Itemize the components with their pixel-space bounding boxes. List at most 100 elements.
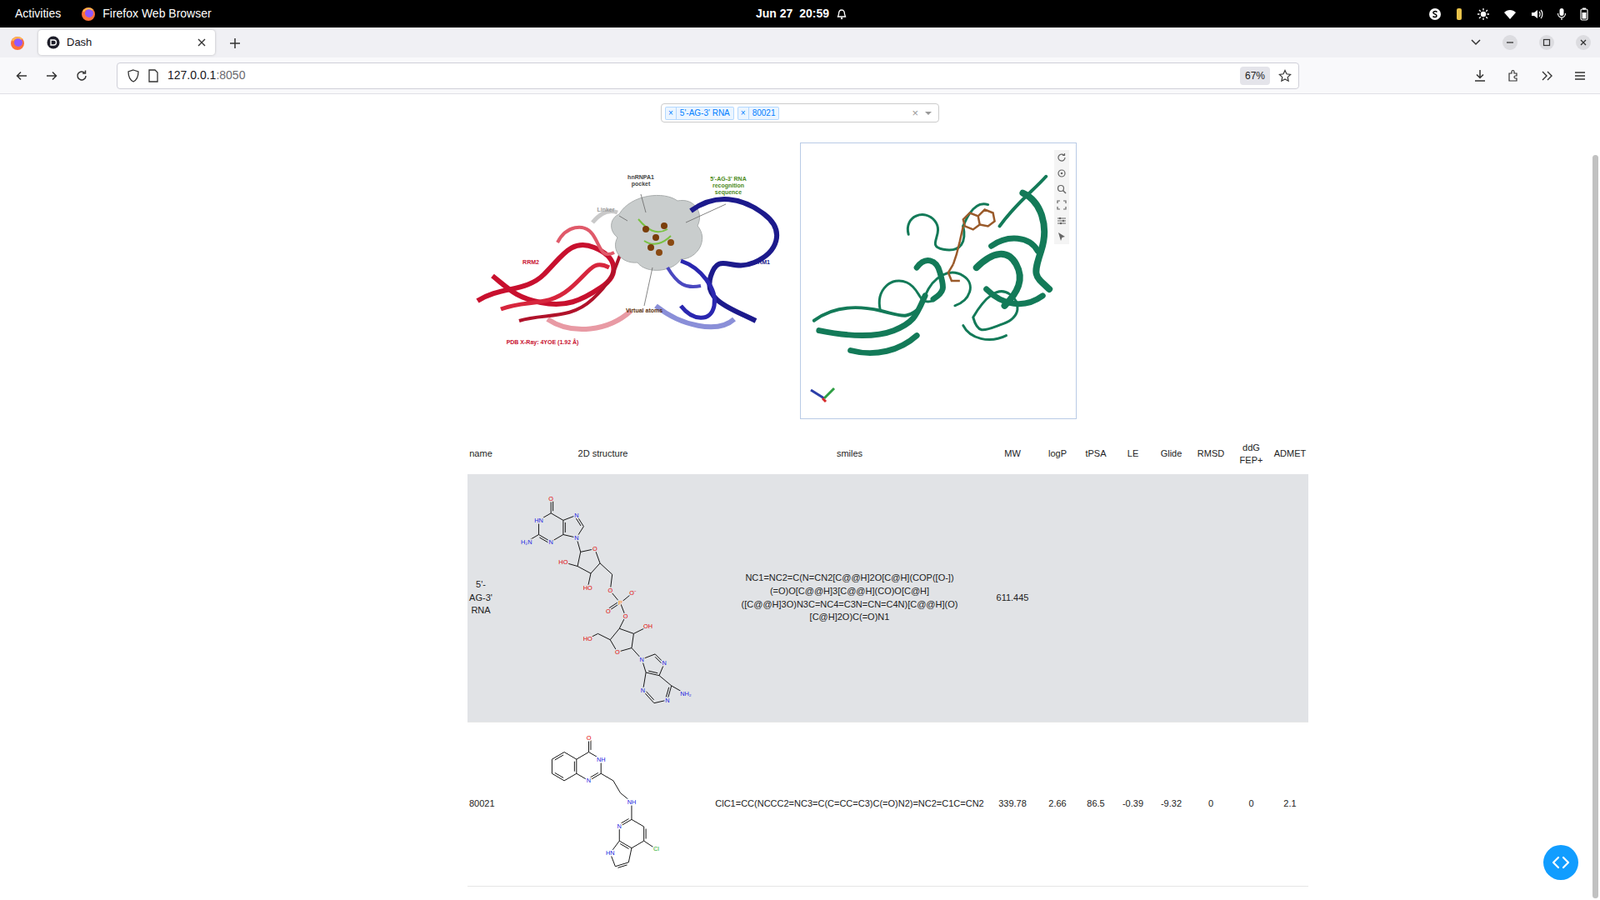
atom-label: HN: [605, 849, 615, 857]
restore-icon[interactable]: [1538, 34, 1555, 51]
url-host[interactable]: 127.0.0.1: [167, 68, 216, 82]
fullscreen-icon[interactable]: [1056, 200, 1067, 210]
list-tabs-icon[interactable]: [1470, 36, 1482, 49]
value-cell: [1114, 474, 1152, 723]
figure-label: RRM2: [514, 259, 548, 266]
app-menu[interactable]: Firefox Web Browser: [102, 5, 211, 23]
downloads-icon[interactable]: [1473, 69, 1487, 83]
column-header[interactable]: RMSD: [1190, 433, 1231, 475]
axes-orientation-icon: [807, 385, 836, 404]
atom-label: N: [640, 687, 645, 695]
page-content: ×5'-AG-3' RNA×80021×hnRNPA1 pocket5'-AG-…: [0, 94, 1600, 900]
figure-label: PDB X-Ray: 4YOE (1.92 Å): [484, 339, 601, 346]
molecule-3d-viewer[interactable]: [800, 142, 1077, 420]
bookmark-star-icon[interactable]: [1278, 69, 1292, 83]
compound-dropdown[interactable]: ×5'-AG-3' RNA×80021×: [660, 103, 940, 123]
atom-label: N: [586, 776, 591, 785]
atom-label: OH: [643, 622, 653, 630]
atom-label: O: [623, 612, 629, 620]
brightness-icon[interactable]: [1476, 7, 1490, 21]
clear-selection-button[interactable]: ×: [908, 105, 922, 122]
wifi-icon[interactable]: [1503, 8, 1517, 20]
viewer-toolbar: [1054, 150, 1070, 245]
value-cell: 86.5: [1077, 722, 1115, 887]
column-header[interactable]: ddG FEP+: [1230, 433, 1272, 475]
atom-label: HO: [583, 635, 593, 643]
reload-icon[interactable]: [75, 69, 89, 83]
column-header[interactable]: tPSA: [1077, 433, 1115, 475]
tracking-shield-icon[interactable]: [127, 69, 140, 83]
select-pointer-icon[interactable]: [1056, 231, 1067, 242]
app-menu-icon[interactable]: [1573, 69, 1587, 83]
structure-drawing: ONHNNHNClHN: [495, 722, 714, 886]
usb-icon[interactable]: [1455, 7, 1464, 21]
zoom-icon[interactable]: [1056, 184, 1067, 195]
remove-tag-button[interactable]: ×: [738, 107, 750, 120]
compound-row[interactable]: 5'-AG-3' RNAOHNH₂NNNNOHOHOOPO⁻OOOHOOHNNN…: [467, 474, 1309, 723]
zoom-indicator[interactable]: 67%: [1240, 66, 1270, 85]
figure-label: hnRNPA1 pocket: [621, 174, 660, 188]
value-cell: 0: [1190, 722, 1231, 887]
value-cell: 2.66: [1037, 722, 1078, 887]
battery-icon[interactable]: [1580, 7, 1589, 21]
firefox-menu-icon[interactable]: [10, 35, 25, 51]
extensions-icon[interactable]: [1506, 69, 1520, 83]
address-bar[interactable]: 127.0.0.1:8050 67%: [116, 62, 1300, 90]
value-cell: [1271, 474, 1309, 723]
tab-title[interactable]: Dash: [66, 34, 190, 51]
navigation-bar: 127.0.0.1:8050 67%: [0, 57, 1600, 95]
volume-icon[interactable]: [1530, 8, 1544, 20]
atom-label: O: [615, 648, 620, 656]
atom-label: P: [618, 599, 623, 607]
page-info-icon[interactable]: [147, 69, 160, 83]
url-port[interactable]: :8050: [215, 68, 245, 82]
protein-ligand-3d-model[interactable]: [800, 143, 1076, 419]
center-icon[interactable]: [1056, 168, 1067, 179]
compound-name: 5'-AG-3' RNA: [467, 474, 495, 723]
clock[interactable]: Jun 27 20:59: [755, 5, 830, 23]
column-header[interactable]: name: [467, 433, 495, 475]
browser-tab[interactable]: Dash: [38, 30, 215, 55]
back-icon[interactable]: [15, 69, 29, 83]
skype-icon[interactable]: [1428, 7, 1442, 21]
value-cell: -0.39: [1114, 722, 1152, 887]
atom-label: NH: [596, 755, 606, 764]
binding-site-figure: hnRNPA1 pocket5'-AG-3' RNA recognition s…: [467, 142, 800, 420]
column-header[interactable]: LE: [1114, 433, 1152, 475]
code-brackets-icon: [1551, 855, 1570, 870]
compound-table: name2D structuresmilesMWlogPtPSALEGlideR…: [467, 433, 1309, 887]
forward-icon[interactable]: [45, 69, 59, 83]
atom-label: N: [617, 822, 622, 830]
remove-tag-button[interactable]: ×: [665, 107, 677, 120]
dash-debug-button[interactable]: [1543, 845, 1579, 880]
tab-strip: Dash: [0, 27, 1600, 58]
minimize-icon[interactable]: [1501, 34, 1519, 51]
settings-sliders-icon[interactable]: [1056, 215, 1067, 226]
value-cell: 611.445: [987, 474, 1038, 723]
activities-button[interactable]: Activities: [15, 5, 61, 23]
atom-label: NH: [627, 798, 637, 806]
atom-label: O: [548, 495, 554, 503]
more-tools-icon[interactable]: [1540, 69, 1554, 83]
value-cell: [1077, 474, 1115, 723]
column-header[interactable]: MW: [987, 433, 1038, 475]
column-header[interactable]: logP: [1037, 433, 1078, 475]
new-tab-icon[interactable]: [228, 36, 242, 50]
compound-row[interactable]: 80021ONHNNHNClHNClC1=CC(NCCC2=NC3=C(C=CC…: [467, 722, 1309, 887]
close-tab-icon[interactable]: [196, 37, 207, 48]
atom-label: N: [665, 696, 670, 705]
column-header[interactable]: smiles: [711, 433, 988, 475]
smiles-cell: ClC1=CC(NCCC2=NC3=C(C=CC=C3)C(=O)N2)=NC2…: [711, 722, 988, 887]
tag-label: 80021: [749, 107, 780, 120]
atom-label: HO: [583, 584, 593, 592]
close-window-icon[interactable]: [1575, 34, 1592, 51]
value-cell: [1230, 474, 1272, 723]
reset-view-icon[interactable]: [1056, 152, 1067, 163]
microphone-icon[interactable]: [1556, 7, 1567, 21]
column-header[interactable]: Glide: [1151, 433, 1191, 475]
column-header[interactable]: 2D structure: [494, 433, 712, 475]
scrollbar-thumb[interactable]: [1592, 155, 1599, 899]
value-cell: -9.32: [1151, 722, 1191, 887]
column-header[interactable]: ADMET: [1271, 433, 1309, 475]
dropdown-arrow-icon[interactable]: [925, 111, 932, 115]
